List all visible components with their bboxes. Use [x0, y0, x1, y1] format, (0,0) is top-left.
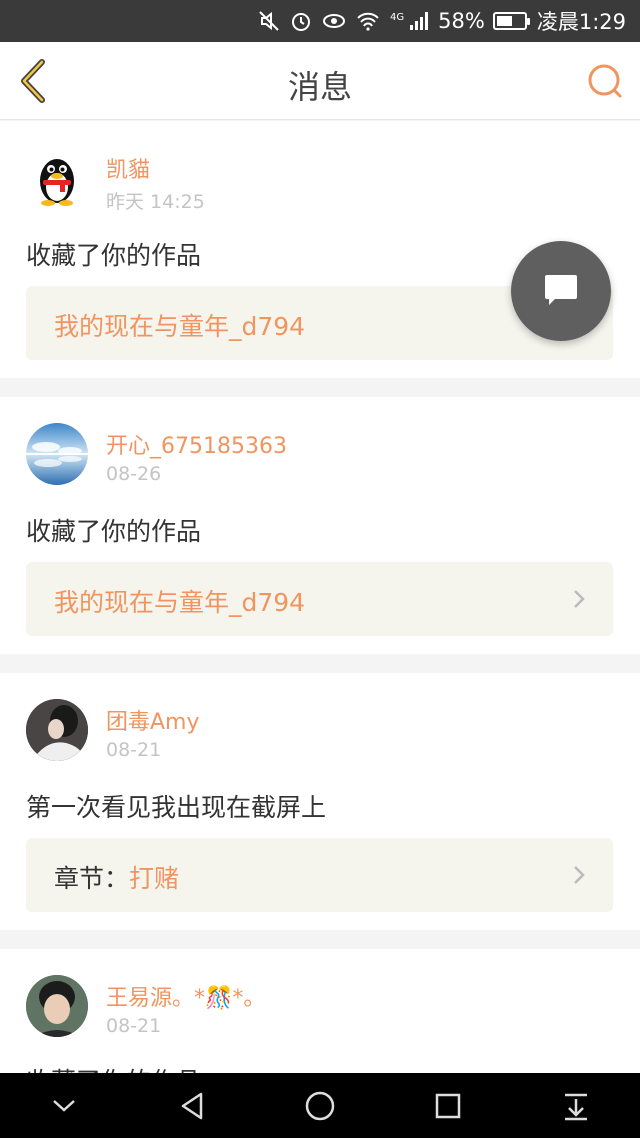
message-text: 收藏了你的作品 — [26, 517, 202, 546]
user-name[interactable]: 团毒Amy — [106, 704, 200, 736]
target-title: 我的现在与童年_d794 — [54, 588, 306, 617]
message-time: 08-26 — [106, 463, 162, 485]
chevron-right-icon — [569, 864, 589, 886]
list-item: 开心_675185363 08-26 收藏了你的作品 我的现在与童年_d794 — [0, 397, 640, 654]
message-text: 收藏了你的作品 — [26, 241, 202, 270]
chat-bubble-icon — [541, 269, 581, 313]
back-triangle-icon[interactable] — [172, 1086, 212, 1126]
page-title: 消息 — [287, 68, 352, 106]
notification-pull-icon[interactable] — [556, 1086, 596, 1126]
eye-icon — [322, 12, 346, 30]
chapter-link[interactable]: 章节：打赌 — [26, 838, 613, 912]
avatar[interactable] — [26, 147, 88, 209]
list-item: 团毒Amy 08-21 第一次看见我出现在截屏上 章节：打赌 — [0, 673, 640, 930]
message-time: 08-21 — [106, 1015, 162, 1037]
target-title: 我的现在与童年_d794 — [54, 312, 306, 341]
user-name[interactable]: 开心_675185363 — [106, 428, 287, 460]
alarm-icon — [290, 10, 312, 32]
home-circle-icon[interactable] — [300, 1086, 340, 1126]
avatar[interactable] — [26, 423, 88, 485]
collapse-icon[interactable] — [44, 1086, 84, 1126]
clock: 凌晨1:29 — [536, 10, 626, 34]
work-link[interactable]: 我的现在与童年_d794 — [26, 562, 613, 636]
status-bar: 4G 58% 凌晨1:29 — [0, 0, 640, 42]
signal-icon: 4G — [390, 12, 429, 30]
user-name[interactable]: 王易源。*🎊*。 — [106, 980, 265, 1012]
avatar[interactable] — [26, 699, 88, 761]
wifi-icon — [356, 11, 380, 31]
user-name[interactable]: 凯貓 — [106, 152, 150, 184]
recents-square-icon[interactable] — [428, 1086, 468, 1126]
battery-icon — [492, 12, 530, 30]
chat-button[interactable] — [511, 241, 611, 341]
mute-icon — [258, 10, 280, 32]
chevron-right-icon — [569, 588, 589, 610]
message-text: 第一次看见我出现在截屏上 — [26, 793, 327, 822]
battery-percent: 58% — [438, 9, 485, 33]
avatar[interactable] — [26, 975, 88, 1037]
search-icon[interactable] — [584, 60, 626, 102]
message-time: 08-21 — [106, 739, 162, 761]
target-prefix: 章节： — [54, 864, 130, 893]
system-nav-bar — [0, 1073, 640, 1138]
target-title: 打赌 — [129, 864, 180, 893]
app-header: 消息 — [0, 42, 640, 120]
message-time: 昨天 14:25 — [106, 191, 205, 213]
